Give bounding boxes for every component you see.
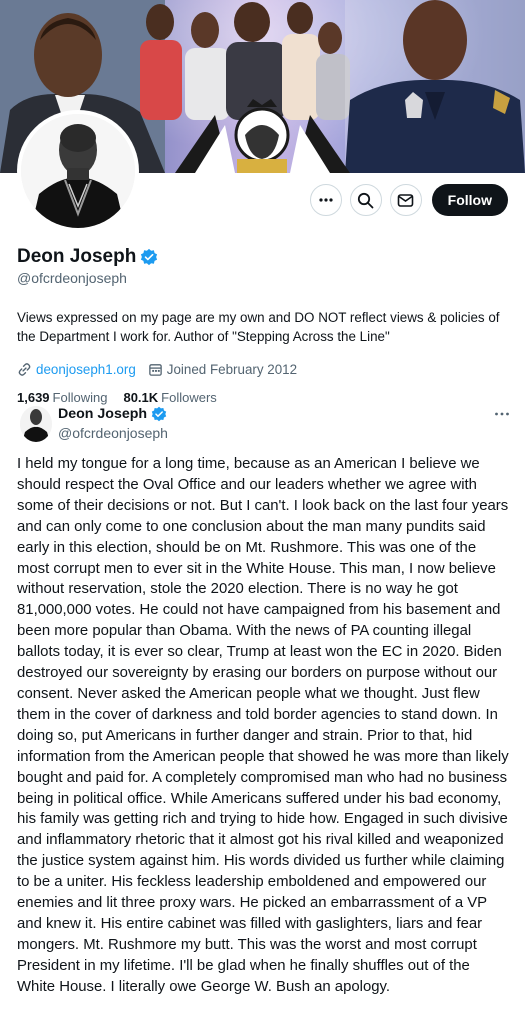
post-author-name-row[interactable]: Deon Joseph <box>58 406 167 422</box>
message-button[interactable] <box>389 184 422 216</box>
post-text: I held my tongue for a long time, becaus… <box>17 456 509 995</box>
post-avatar-photo <box>20 406 52 442</box>
more-button[interactable] <box>309 184 342 216</box>
following-count: 1,639 <box>17 389 50 405</box>
search-icon <box>358 192 374 208</box>
followers-count: 80.1K <box>123 389 159 405</box>
follow-button[interactable]: Follow <box>431 184 508 216</box>
profile-website-item[interactable]: deonjoseph1.org <box>17 362 136 377</box>
profile-avatar[interactable] <box>17 110 139 232</box>
profile-joined-date: Joined February 2012 <box>166 361 298 377</box>
followers-link[interactable]: 80.1K Followers <box>123 390 216 405</box>
calendar-icon <box>149 363 162 376</box>
mail-icon <box>397 193 414 207</box>
search-button[interactable] <box>349 184 382 216</box>
post-header: Deon Joseph @ofcrdeonjoseph <box>17 404 512 444</box>
followers-label: Followers <box>161 389 217 405</box>
post-more-button[interactable] <box>492 404 512 424</box>
profile-website-link[interactable]: deonjoseph1.org <box>36 362 136 377</box>
banner-person-officer <box>345 0 525 173</box>
verified-badge-icon[interactable] <box>140 248 158 266</box>
post-author-avatar[interactable] <box>20 406 52 442</box>
post-author-handle[interactable]: @ofcrdeonjoseph <box>58 425 168 441</box>
post-more-icon <box>495 412 509 416</box>
profile-bio: Views expressed on my page are my own an… <box>17 310 500 344</box>
more-icon <box>319 198 333 202</box>
profile-info: Deon Joseph @ofcrdeonjoseph Views expres… <box>17 244 512 407</box>
profile-actions: Follow <box>309 184 508 216</box>
banner-lion-emblem <box>175 99 350 173</box>
link-icon <box>18 362 31 376</box>
profile-meta: deonjoseph1.org Joined February 2012 <box>17 359 512 379</box>
post-author-name[interactable]: Deon Joseph <box>58 406 147 422</box>
following-label: Following <box>52 389 108 405</box>
avatar-photo <box>21 114 135 228</box>
profile-handle: @ofcrdeonjoseph <box>17 270 127 286</box>
profile-display-name-row: Deon Joseph <box>17 244 512 270</box>
post-verified-badge-icon <box>151 406 167 422</box>
profile-joined-item: Joined February 2012 <box>148 362 297 377</box>
following-link[interactable]: 1,639 Following <box>17 390 107 405</box>
profile-display-name: Deon Joseph <box>17 246 137 267</box>
